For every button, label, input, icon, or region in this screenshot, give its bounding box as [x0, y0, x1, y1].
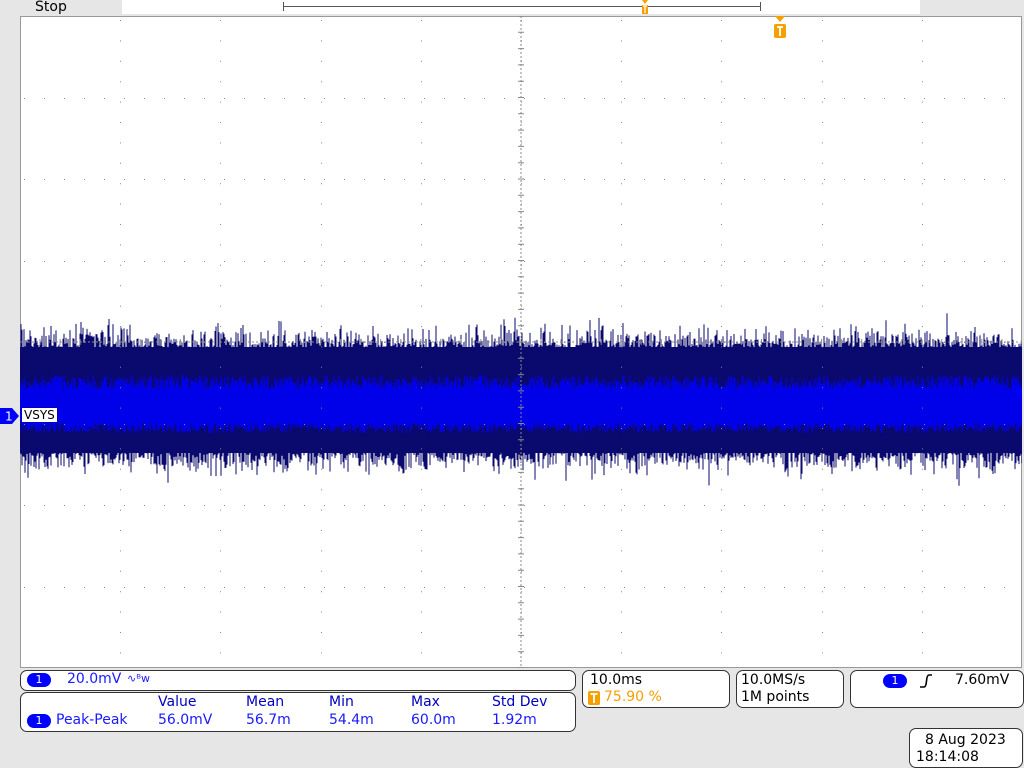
- acquisition-status: Stop: [35, 0, 67, 15]
- trigger-level: 7.60mV: [955, 672, 1010, 688]
- measurement-panel[interactable]: Value Mean Min Max Std Dev 1 Peak-Peak 5…: [20, 692, 576, 732]
- channel1-pill: 1: [27, 673, 51, 687]
- graticule-grid: [20, 16, 1022, 668]
- coupling-bandwidth-icon: ∿ᴮw: [127, 672, 150, 685]
- rising-edge-icon: [920, 674, 932, 688]
- meas-min: 54.4m: [329, 712, 374, 728]
- time: 18:14:08: [916, 749, 979, 765]
- meas-source-pill: 1: [27, 714, 51, 728]
- channel1-marker-number: 1: [5, 410, 13, 424]
- trigger-position-percent: 75.90 %: [604, 689, 662, 705]
- trigger-panel[interactable]: 1 7.60mV: [850, 670, 1024, 708]
- record-length: 1M points: [741, 689, 810, 705]
- meas-value: 56.0mV: [158, 712, 213, 728]
- meas-header-value: Value: [158, 694, 197, 710]
- meas-mean: 56.7m: [246, 712, 291, 728]
- meas-max: 60.0m: [411, 712, 456, 728]
- meas-name: Peak-Peak: [56, 712, 128, 728]
- meas-stddev: 1.92m: [492, 712, 537, 728]
- vertical-scale: 20.0mV: [67, 671, 122, 687]
- meas-header-min: Min: [329, 694, 354, 710]
- channel-scale-panel[interactable]: 1 20.0mV ∿ᴮw: [20, 670, 576, 691]
- sample-rate: 10.0MS/s: [741, 672, 806, 688]
- meas-header-max: Max: [411, 694, 440, 710]
- datetime-panel: 8 Aug 2023 18:14:08: [909, 728, 1023, 768]
- trigger-level-arrow-icon[interactable]: [1011, 386, 1021, 398]
- channel1-label: VSYS: [21, 407, 58, 423]
- acquisition-panel[interactable]: 10.0MS/s 1M points: [736, 670, 844, 708]
- timebase-panel[interactable]: 10.0ms 75.90 %: [582, 670, 730, 708]
- meas-header-mean: Mean: [246, 694, 285, 710]
- record-trigger-icon: [642, 0, 648, 14]
- trigger-t-icon: [588, 691, 600, 705]
- meas-header-stddev: Std Dev: [492, 694, 548, 710]
- channel1-ground-marker-icon[interactable]: 1: [0, 408, 20, 424]
- trigger-source-pill: 1: [883, 674, 907, 688]
- horizontal-scale: 10.0ms: [590, 672, 643, 688]
- record-view-window[interactable]: [283, 2, 761, 11]
- trigger-position-icon[interactable]: [772, 16, 788, 40]
- date: 8 Aug 2023: [925, 732, 1006, 748]
